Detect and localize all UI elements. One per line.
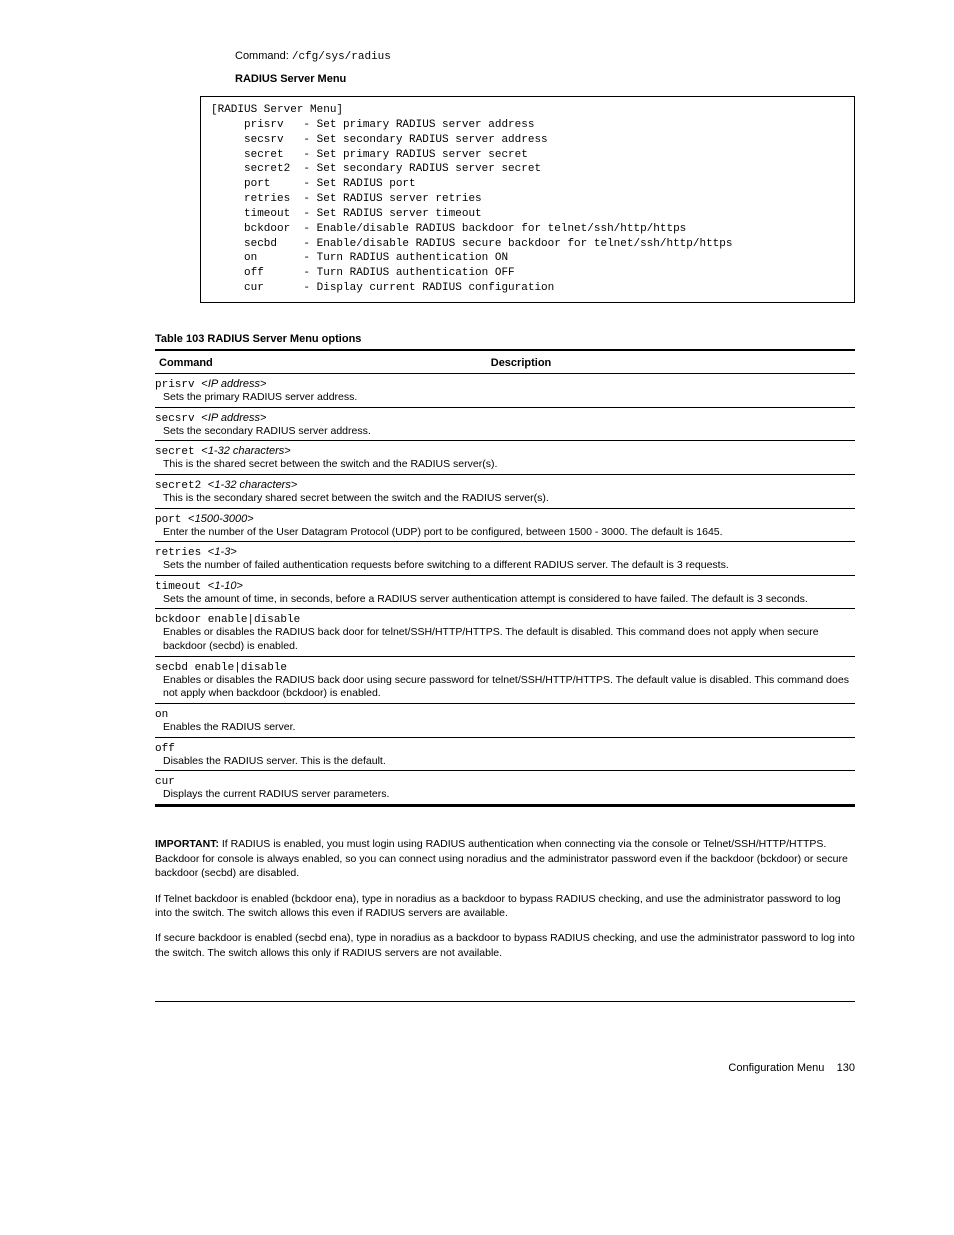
table-row: secbd enable|disableEnables or disables … bbox=[155, 656, 855, 703]
command-description: This is the shared secret between the sw… bbox=[155, 458, 851, 472]
command-description: Enables or disables the RADIUS back door… bbox=[155, 674, 851, 701]
command-literal: off bbox=[155, 743, 175, 755]
col-description: Description bbox=[487, 350, 855, 374]
footer-page: 130 bbox=[837, 1062, 855, 1074]
command-literal: on bbox=[155, 709, 168, 721]
command-literal: > bbox=[284, 446, 291, 458]
row-cell: prisrv <IP address>Sets the primary RADI… bbox=[155, 373, 855, 407]
table-row: timeout <1-10>Sets the amount of time, i… bbox=[155, 575, 855, 609]
menu-box: [RADIUS Server Menu] prisrv - Set primar… bbox=[200, 96, 855, 303]
menu-title: RADIUS Server Menu bbox=[235, 73, 855, 85]
table-title: Table 103 RADIUS Server Menu options bbox=[155, 333, 855, 345]
row-cell: port <1500-3000>Enter the number of the … bbox=[155, 508, 855, 542]
row-cell: offDisables the RADIUS server. This is t… bbox=[155, 737, 855, 771]
command-description: Enables or disables the RADIUS back door… bbox=[155, 626, 851, 653]
command-description: Disables the RADIUS server. This is the … bbox=[155, 755, 851, 769]
command-description: Enter the number of the User Datagram Pr… bbox=[155, 526, 851, 540]
command-literal: secret2 < bbox=[155, 480, 214, 492]
command-syntax: secbd enable|disable bbox=[155, 661, 851, 674]
command-arg: 1-32 characters bbox=[214, 479, 290, 491]
command-arg: IP address bbox=[208, 378, 260, 390]
command-syntax: prisrv <IP address> bbox=[155, 378, 851, 391]
command-arg: 1500-3000 bbox=[195, 513, 248, 525]
table-row: offDisables the RADIUS server. This is t… bbox=[155, 737, 855, 771]
command-literal: cur bbox=[155, 776, 175, 788]
command-syntax: port <1500-3000> bbox=[155, 513, 851, 526]
command-literal: secsrv < bbox=[155, 413, 208, 425]
command-syntax: secret2 <1-32 characters> bbox=[155, 479, 851, 492]
table-row: secsrv <IP address>Sets the secondary RA… bbox=[155, 407, 855, 441]
command-literal: > bbox=[247, 514, 254, 526]
command-syntax: cur bbox=[155, 775, 851, 788]
command-literal: retries < bbox=[155, 547, 214, 559]
important-label: IMPORTANT: bbox=[155, 838, 219, 850]
command-literal: > bbox=[236, 581, 243, 593]
command-table: Command Description prisrv <IP address>S… bbox=[155, 349, 855, 805]
command-description: Sets the secondary RADIUS server address… bbox=[155, 425, 851, 439]
table-row: secret2 <1-32 characters>This is the sec… bbox=[155, 474, 855, 508]
command-literal: secret < bbox=[155, 446, 208, 458]
command-description: This is the secondary shared secret betw… bbox=[155, 492, 851, 506]
command-syntax: off bbox=[155, 742, 851, 755]
table-row: secret <1-32 characters>This is the shar… bbox=[155, 441, 855, 475]
command-literal: > bbox=[260, 413, 267, 425]
table-row: port <1500-3000>Enter the number of the … bbox=[155, 508, 855, 542]
row-cell: secret2 <1-32 characters>This is the sec… bbox=[155, 474, 855, 508]
note3-text: If secure backdoor is enabled (secbd ena… bbox=[155, 931, 855, 960]
command-arg: IP address bbox=[208, 412, 260, 424]
table-row: curDisplays the current RADIUS server pa… bbox=[155, 771, 855, 805]
table-row: onEnables the RADIUS server. bbox=[155, 704, 855, 738]
row-cell: curDisplays the current RADIUS server pa… bbox=[155, 771, 855, 805]
command-literal: > bbox=[230, 547, 237, 559]
command-literal: bckdoor enable|disable bbox=[155, 614, 300, 626]
command-arg: 1-3 bbox=[214, 546, 230, 558]
row-cell: onEnables the RADIUS server. bbox=[155, 704, 855, 738]
command-syntax: on bbox=[155, 708, 851, 721]
note-important: IMPORTANT: If RADIUS is enabled, you mus… bbox=[155, 837, 855, 881]
note2-text: If Telnet backdoor is enabled (bckdoor e… bbox=[155, 892, 855, 921]
row-cell: retries <1-3>Sets the number of failed a… bbox=[155, 542, 855, 576]
table-row: retries <1-3>Sets the number of failed a… bbox=[155, 542, 855, 576]
command-description: Sets the number of failed authentication… bbox=[155, 559, 851, 573]
col-command: Command bbox=[155, 350, 487, 374]
command-syntax: retries <1-3> bbox=[155, 546, 851, 559]
command-arg: 1-32 characters bbox=[208, 445, 284, 457]
command-literal: port < bbox=[155, 514, 195, 526]
table-row: prisrv <IP address>Sets the primary RADI… bbox=[155, 373, 855, 407]
command-literal: timeout < bbox=[155, 581, 214, 593]
command-literal: > bbox=[291, 480, 298, 492]
command-description: Enables the RADIUS server. bbox=[155, 721, 851, 735]
command-literal: prisrv < bbox=[155, 379, 208, 391]
footer-text: Configuration Menu bbox=[728, 1062, 824, 1074]
command-description: Displays the current RADIUS server param… bbox=[155, 788, 851, 802]
command-path: /cfg/sys/radius bbox=[292, 51, 391, 63]
row-cell: secbd enable|disableEnables or disables … bbox=[155, 656, 855, 703]
command-arg: 1-10 bbox=[214, 580, 236, 592]
command-literal: > bbox=[260, 379, 267, 391]
command-literal: secbd enable|disable bbox=[155, 662, 287, 674]
command-syntax: secret <1-32 characters> bbox=[155, 445, 851, 458]
row-cell: timeout <1-10>Sets the amount of time, i… bbox=[155, 575, 855, 609]
row-cell: secsrv <IP address>Sets the secondary RA… bbox=[155, 407, 855, 441]
command-description: Sets the amount of time, in seconds, bef… bbox=[155, 593, 851, 607]
command-description: Sets the primary RADIUS server address. bbox=[155, 391, 851, 405]
row-cell: secret <1-32 characters>This is the shar… bbox=[155, 441, 855, 475]
table-row: bckdoor enable|disableEnables or disable… bbox=[155, 609, 855, 656]
command-label: Command: bbox=[235, 50, 289, 62]
command-syntax: bckdoor enable|disable bbox=[155, 613, 851, 626]
row-cell: bckdoor enable|disableEnables or disable… bbox=[155, 609, 855, 656]
command-syntax: secsrv <IP address> bbox=[155, 412, 851, 425]
note1-text: If RADIUS is enabled, you must login usi… bbox=[155, 838, 848, 879]
command-syntax: timeout <1-10> bbox=[155, 580, 851, 593]
